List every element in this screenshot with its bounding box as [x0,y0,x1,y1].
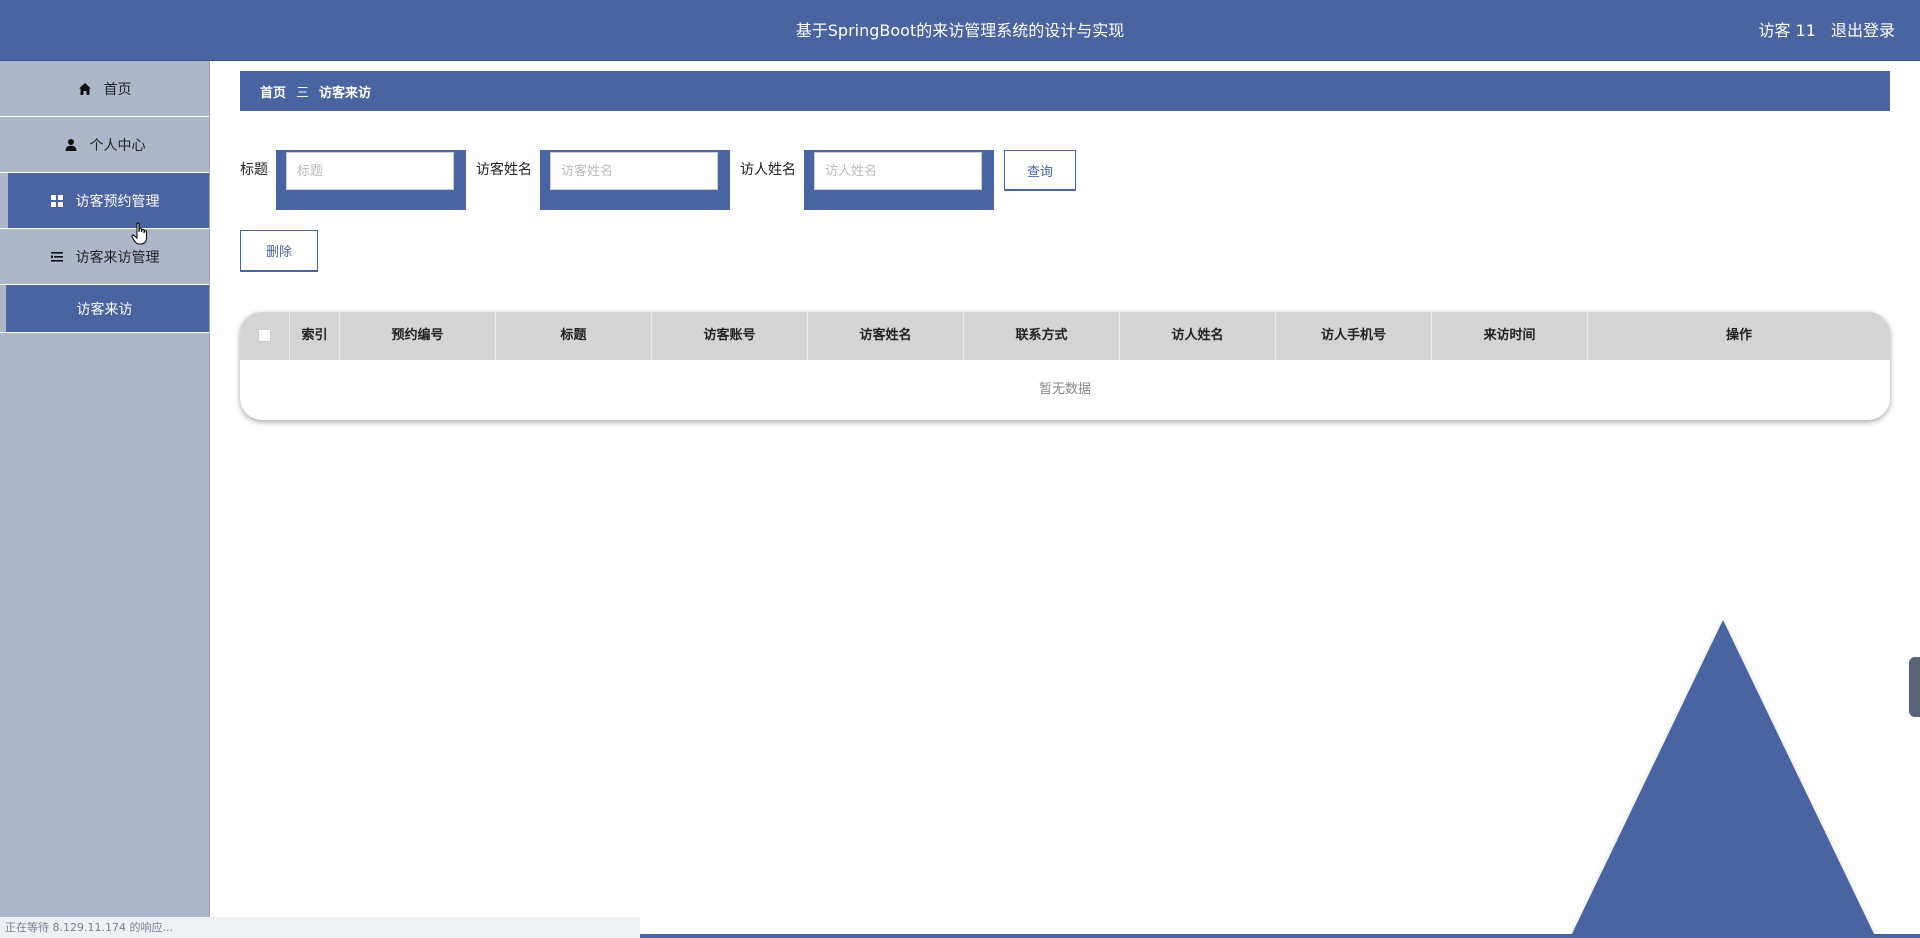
top-header: 基于SpringBoot的来访管理系统的设计与实现 访客 11 退出登录 [0,0,1920,61]
search-form: 标题 访客姓名 访人姓名 查询 [240,150,1077,210]
sidebar-item-label: 访客来访管理 [75,249,160,266]
current-user-label: 访客 11 [1758,21,1816,40]
home-icon [78,82,91,95]
hand-cursor-icon [131,222,147,245]
select-all-cell [240,312,290,360]
column-header: 标题 [496,312,652,360]
column-header: 预约编号 [340,312,496,360]
sidebar-item-home[interactable]: 首页 [0,61,209,117]
sidebar-item-label: 首页 [103,81,132,98]
visits-table: 索引 预约编号 标题 访客账号 访客姓名 联系方式 访人姓名 访人手机号 来访时… [240,312,1890,420]
visitor-name-field-wrapper [540,150,730,210]
sidebar-item-profile[interactable]: 个人中心 [0,117,209,173]
user-area: 访客 11 退出登录 [1748,0,1895,61]
decorative-triangle [1570,620,1876,938]
column-header: 来访时间 [1432,312,1588,360]
select-all-checkbox[interactable] [258,329,271,342]
sidebar-subitem-visitor-visits[interactable]: 访客来访 [0,285,209,333]
visitor-name-input[interactable] [550,152,718,190]
title-field-wrapper [276,150,466,210]
column-header: 索引 [290,312,340,360]
visitor-name-label: 访客姓名 [476,162,532,178]
column-header: 访客姓名 [808,312,964,360]
sidebar-item-label: 个人中心 [89,137,146,154]
user-icon [65,138,76,151]
query-button[interactable]: 查询 [1004,150,1077,190]
breadcrumb-home[interactable]: 首页 [260,82,286,101]
empty-state: 暂无数据 [1038,382,1091,397]
column-header: 访客账号 [652,312,808,360]
column-header: 操作 [1725,328,1752,343]
breadcrumb-current: 访客来访 [319,85,372,101]
sidebar: 首页 个人中心 访客预约管理 访客来访管理 访客来访 [0,61,210,938]
sidebar-item-label: 访客预约管理 [75,193,160,210]
sidebar-item-reservation[interactable]: 访客预约管理 [0,173,209,229]
title-input[interactable] [286,152,454,190]
delete-button[interactable]: 删除 [240,230,318,271]
logout-link[interactable]: 退出登录 [1831,21,1895,40]
host-name-field-wrapper [804,150,994,210]
host-name-input[interactable] [814,152,982,190]
title-label: 标题 [240,162,268,178]
host-name-label: 访人姓名 [740,162,796,178]
column-header: 访人手机号 [1276,312,1432,360]
bottom-accent-bar [640,934,1920,938]
grid-icon [50,194,63,207]
browser-status-bar: 正在等待 8.129.11.174 的响应... [0,917,640,938]
breadcrumb-separator-icon: 三 [296,85,310,101]
side-panel-handle[interactable] [1909,657,1920,717]
column-header: 访人姓名 [1120,312,1276,360]
system-title: 基于SpringBoot的来访管理系统的设计与实现 [795,21,1125,40]
sidebar-item-visits[interactable]: 访客来访管理 [0,229,209,285]
column-header: 联系方式 [964,312,1120,360]
list-icon [50,251,63,262]
table-header: 索引 预约编号 标题 访客账号 访客姓名 联系方式 访人姓名 访人手机号 来访时… [240,312,1890,360]
breadcrumb: 首页 三 访客来访 [240,71,1890,111]
